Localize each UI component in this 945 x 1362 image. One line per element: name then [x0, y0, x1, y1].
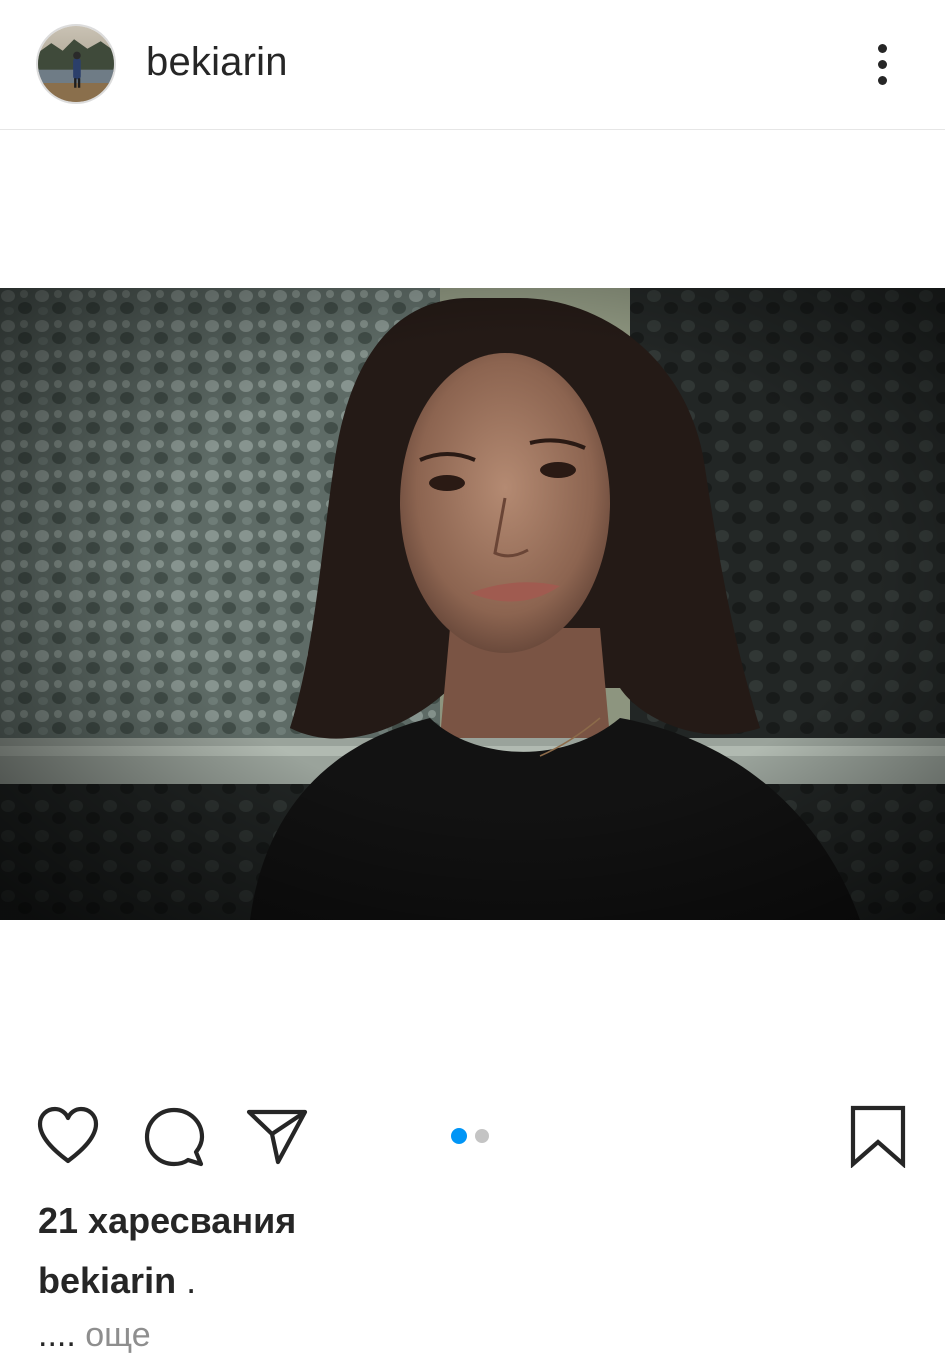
bookmark-icon[interactable]: [848, 1104, 908, 1168]
header-username[interactable]: bekiarin: [146, 40, 288, 85]
post-header: bekiarin: [0, 0, 945, 130]
avatar[interactable]: [36, 24, 116, 104]
more-link[interactable]: още: [85, 1316, 150, 1354]
carousel-dot: [475, 1129, 489, 1143]
caption-text: .: [186, 1260, 197, 1301]
carousel-dot-active: [451, 1128, 467, 1144]
caption-ellipsis: ....: [38, 1316, 76, 1354]
post-media[interactable]: [0, 288, 945, 920]
carousel-indicator: [451, 1128, 489, 1144]
caption: bekiarin .: [38, 1260, 196, 1302]
post-photo: [0, 288, 945, 920]
avatar-photo: [38, 26, 114, 102]
caption-more: .... още: [38, 1316, 151, 1355]
likes-count[interactable]: 21 харесвания: [38, 1200, 296, 1242]
comment-bubble-icon[interactable]: [143, 1106, 205, 1168]
instagram-post: bekiarin 21 харесвания bekiarin . .... о…: [0, 0, 945, 1362]
action-bar: [0, 1100, 945, 1172]
heart-icon[interactable]: [36, 1106, 100, 1166]
caption-username[interactable]: bekiarin: [38, 1260, 176, 1301]
paper-plane-icon[interactable]: [245, 1106, 309, 1166]
more-vertical-icon[interactable]: [858, 36, 906, 92]
